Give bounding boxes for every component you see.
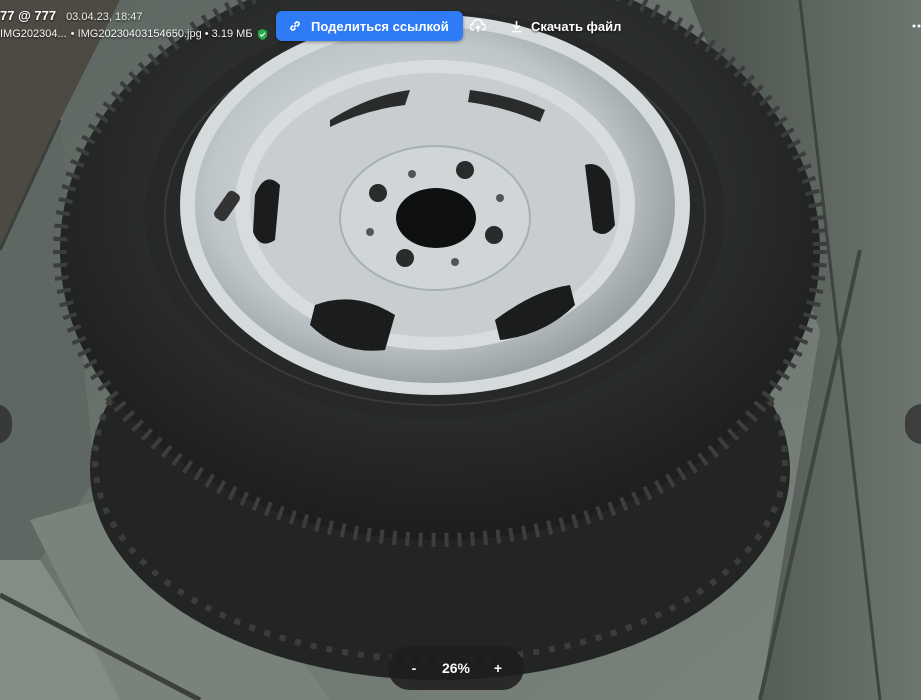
zoom-level: 26% [441,660,471,676]
link-icon [290,21,300,31]
cloud-upload-button[interactable] [466,14,490,38]
zoom-in-button[interactable]: + [488,660,508,676]
photo [0,0,921,700]
album-title: 77 @ 777 [0,8,57,23]
file-info: 77 @ 777 03.04.23, 18:47 IMG202304... • … [0,8,268,40]
file-name-full: • IMG20230403154650.jpg • 3.19 МБ [70,28,253,40]
file-date: 03.04.23, 18:47 [66,11,143,23]
share-link-label: Поделиться ссылкой [311,18,449,34]
zoom-control: - 26% + [388,646,524,690]
download-file-label: Скачать файл [531,18,622,34]
download-file-button[interactable]: Скачать файл [510,14,621,38]
zoom-out-button[interactable]: - [404,660,424,676]
shield-check-icon [257,28,267,40]
file-name-short: IMG202304... [0,28,67,40]
more-options-icon[interactable] [911,22,921,30]
download-icon [511,20,522,32]
share-link-button[interactable]: Поделиться ссылкой [276,11,463,41]
cloud-upload-icon [470,19,486,32]
